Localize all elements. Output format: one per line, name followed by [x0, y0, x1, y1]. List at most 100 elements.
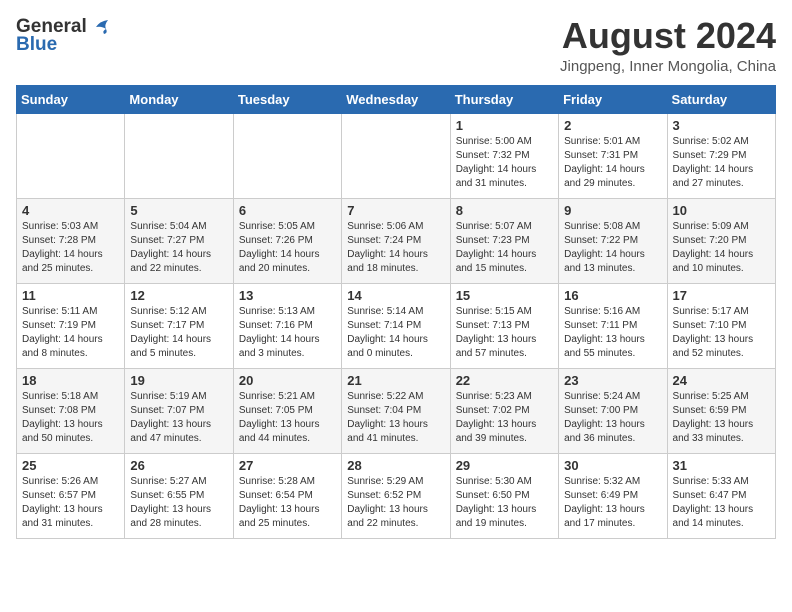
calendar-cell: 25Sunrise: 5:26 AM Sunset: 6:57 PM Dayli… — [17, 453, 125, 538]
cell-daylight-info: Sunrise: 5:05 AM Sunset: 7:26 PM Dayligh… — [239, 220, 336, 276]
date-number: 31 — [673, 458, 770, 473]
cell-daylight-info: Sunrise: 5:28 AM Sunset: 6:54 PM Dayligh… — [239, 475, 336, 531]
date-number: 10 — [673, 203, 770, 218]
cell-daylight-info: Sunrise: 5:17 AM Sunset: 7:10 PM Dayligh… — [673, 305, 770, 361]
calendar-cell: 4Sunrise: 5:03 AM Sunset: 7:28 PM Daylig… — [17, 198, 125, 283]
calendar-cell: 9 Sunrise: 5:08 AM Sunset: 7:22 PM Daylig… — [559, 198, 667, 283]
calendar-cell — [125, 113, 233, 198]
date-number: 28 — [347, 458, 444, 473]
day-header-sunday: Sunday — [17, 85, 125, 113]
page-header: General Blue August 2024 Jingpeng, Inner… — [16, 16, 776, 75]
cell-daylight-info: Sunrise: 5:26 AM Sunset: 6:57 PM Dayligh… — [22, 475, 119, 531]
calendar-cell — [233, 113, 341, 198]
calendar-cell: 30Sunrise: 5:32 AM Sunset: 6:49 PM Dayli… — [559, 453, 667, 538]
week-row-5: 25Sunrise: 5:26 AM Sunset: 6:57 PM Dayli… — [17, 453, 776, 538]
week-row-1: 1 Sunrise: 5:00 AM Sunset: 7:32 PM Daylig… — [17, 113, 776, 198]
calendar-cell: 18 Sunrise: 5:18 AM Sunset: 7:08 PM Dayli… — [17, 368, 125, 453]
calendar-cell: 28 Sunrise: 5:29 AM Sunset: 6:52 PM Dayli… — [342, 453, 450, 538]
week-row-4: 18 Sunrise: 5:18 AM Sunset: 7:08 PM Dayli… — [17, 368, 776, 453]
date-number: 21 — [347, 373, 444, 388]
month-year-title: August 2024 — [560, 16, 776, 56]
cell-daylight-info: Sunrise: 5:16 AM Sunset: 7:11 PM Dayligh… — [564, 305, 661, 361]
day-header-thursday: Thursday — [450, 85, 558, 113]
day-header-monday: Monday — [125, 85, 233, 113]
calendar-cell: 24 Sunrise: 5:25 AM Sunset: 6:59 PM Dayli… — [667, 368, 775, 453]
date-number: 23 — [564, 373, 661, 388]
logo-blue-text: Blue — [16, 34, 57, 56]
date-number: 6 — [239, 203, 336, 218]
location-subtitle: Jingpeng, Inner Mongolia, China — [560, 58, 776, 75]
date-number: 7 — [347, 203, 444, 218]
date-number: 12 — [130, 288, 227, 303]
date-number: 5 — [130, 203, 227, 218]
cell-daylight-info: Sunrise: 5:25 AM Sunset: 6:59 PM Dayligh… — [673, 390, 770, 446]
cell-daylight-info: Sunrise: 5:15 AM Sunset: 7:13 PM Dayligh… — [456, 305, 553, 361]
cell-daylight-info: Sunrise: 5:32 AM Sunset: 6:49 PM Dayligh… — [564, 475, 661, 531]
day-header-saturday: Saturday — [667, 85, 775, 113]
calendar-cell: 10Sunrise: 5:09 AM Sunset: 7:20 PM Dayli… — [667, 198, 775, 283]
calendar-cell: 22Sunrise: 5:23 AM Sunset: 7:02 PM Dayli… — [450, 368, 558, 453]
cell-daylight-info: Sunrise: 5:14 AM Sunset: 7:14 PM Dayligh… — [347, 305, 444, 361]
date-number: 15 — [456, 288, 553, 303]
calendar-cell: 31Sunrise: 5:33 AM Sunset: 6:47 PM Dayli… — [667, 453, 775, 538]
cell-daylight-info: Sunrise: 5:27 AM Sunset: 6:55 PM Dayligh… — [130, 475, 227, 531]
cell-daylight-info: Sunrise: 5:23 AM Sunset: 7:02 PM Dayligh… — [456, 390, 553, 446]
date-number: 19 — [130, 373, 227, 388]
calendar-cell: 16 Sunrise: 5:16 AM Sunset: 7:11 PM Dayli… — [559, 283, 667, 368]
calendar-cell — [17, 113, 125, 198]
calendar-cell: 29 Sunrise: 5:30 AM Sunset: 6:50 PM Dayli… — [450, 453, 558, 538]
date-number: 17 — [673, 288, 770, 303]
date-number: 18 — [22, 373, 119, 388]
cell-daylight-info: Sunrise: 5:11 AM Sunset: 7:19 PM Dayligh… — [22, 305, 119, 361]
date-number: 8 — [456, 203, 553, 218]
date-number: 24 — [673, 373, 770, 388]
cell-daylight-info: Sunrise: 5:30 AM Sunset: 6:50 PM Dayligh… — [456, 475, 553, 531]
calendar-cell: 2 Sunrise: 5:01 AM Sunset: 7:31 PM Daylig… — [559, 113, 667, 198]
date-number: 29 — [456, 458, 553, 473]
title-area: August 2024 Jingpeng, Inner Mongolia, Ch… — [560, 16, 776, 75]
calendar-cell: 5 Sunrise: 5:04 AM Sunset: 7:27 PM Daylig… — [125, 198, 233, 283]
cell-daylight-info: Sunrise: 5:08 AM Sunset: 7:22 PM Dayligh… — [564, 220, 661, 276]
week-row-3: 11 Sunrise: 5:11 AM Sunset: 7:19 PM Dayli… — [17, 283, 776, 368]
date-number: 2 — [564, 118, 661, 133]
date-number: 4 — [22, 203, 119, 218]
date-number: 14 — [347, 288, 444, 303]
calendar-cell: 14 Sunrise: 5:14 AM Sunset: 7:14 PM Dayli… — [342, 283, 450, 368]
cell-daylight-info: Sunrise: 5:12 AM Sunset: 7:17 PM Dayligh… — [130, 305, 227, 361]
cell-daylight-info: Sunrise: 5:22 AM Sunset: 7:04 PM Dayligh… — [347, 390, 444, 446]
cell-daylight-info: Sunrise: 5:18 AM Sunset: 7:08 PM Dayligh… — [22, 390, 119, 446]
date-number: 20 — [239, 373, 336, 388]
date-number: 26 — [130, 458, 227, 473]
cell-daylight-info: Sunrise: 5:19 AM Sunset: 7:07 PM Dayligh… — [130, 390, 227, 446]
calendar-cell: 12 Sunrise: 5:12 AM Sunset: 7:17 PM Dayli… — [125, 283, 233, 368]
calendar-table: SundayMondayTuesdayWednesdayThursdayFrid… — [16, 85, 776, 539]
week-row-2: 4Sunrise: 5:03 AM Sunset: 7:28 PM Daylig… — [17, 198, 776, 283]
calendar-cell: 27 Sunrise: 5:28 AM Sunset: 6:54 PM Dayli… — [233, 453, 341, 538]
date-number: 16 — [564, 288, 661, 303]
calendar-cell: 3Sunrise: 5:02 AM Sunset: 7:29 PM Daylig… — [667, 113, 775, 198]
cell-daylight-info: Sunrise: 5:07 AM Sunset: 7:23 PM Dayligh… — [456, 220, 553, 276]
calendar-cell: 11 Sunrise: 5:11 AM Sunset: 7:19 PM Dayli… — [17, 283, 125, 368]
date-number: 27 — [239, 458, 336, 473]
logo-bird-icon — [88, 19, 110, 35]
days-header-row: SundayMondayTuesdayWednesdayThursdayFrid… — [17, 85, 776, 113]
logo: General Blue — [16, 16, 111, 56]
cell-daylight-info: Sunrise: 5:02 AM Sunset: 7:29 PM Dayligh… — [673, 135, 770, 191]
day-header-tuesday: Tuesday — [233, 85, 341, 113]
date-number: 1 — [456, 118, 553, 133]
calendar-cell — [342, 113, 450, 198]
cell-daylight-info: Sunrise: 5:04 AM Sunset: 7:27 PM Dayligh… — [130, 220, 227, 276]
cell-daylight-info: Sunrise: 5:01 AM Sunset: 7:31 PM Dayligh… — [564, 135, 661, 191]
cell-daylight-info: Sunrise: 5:00 AM Sunset: 7:32 PM Dayligh… — [456, 135, 553, 191]
calendar-cell: 7Sunrise: 5:06 AM Sunset: 7:24 PM Daylig… — [342, 198, 450, 283]
date-number: 9 — [564, 203, 661, 218]
calendar-cell: 1 Sunrise: 5:00 AM Sunset: 7:32 PM Daylig… — [450, 113, 558, 198]
date-number: 11 — [22, 288, 119, 303]
cell-daylight-info: Sunrise: 5:13 AM Sunset: 7:16 PM Dayligh… — [239, 305, 336, 361]
calendar-cell: 15 Sunrise: 5:15 AM Sunset: 7:13 PM Dayli… — [450, 283, 558, 368]
calendar-cell: 26 Sunrise: 5:27 AM Sunset: 6:55 PM Dayli… — [125, 453, 233, 538]
calendar-cell: 20Sunrise: 5:21 AM Sunset: 7:05 PM Dayli… — [233, 368, 341, 453]
calendar-cell: 21 Sunrise: 5:22 AM Sunset: 7:04 PM Dayli… — [342, 368, 450, 453]
cell-daylight-info: Sunrise: 5:29 AM Sunset: 6:52 PM Dayligh… — [347, 475, 444, 531]
calendar-cell: 13Sunrise: 5:13 AM Sunset: 7:16 PM Dayli… — [233, 283, 341, 368]
